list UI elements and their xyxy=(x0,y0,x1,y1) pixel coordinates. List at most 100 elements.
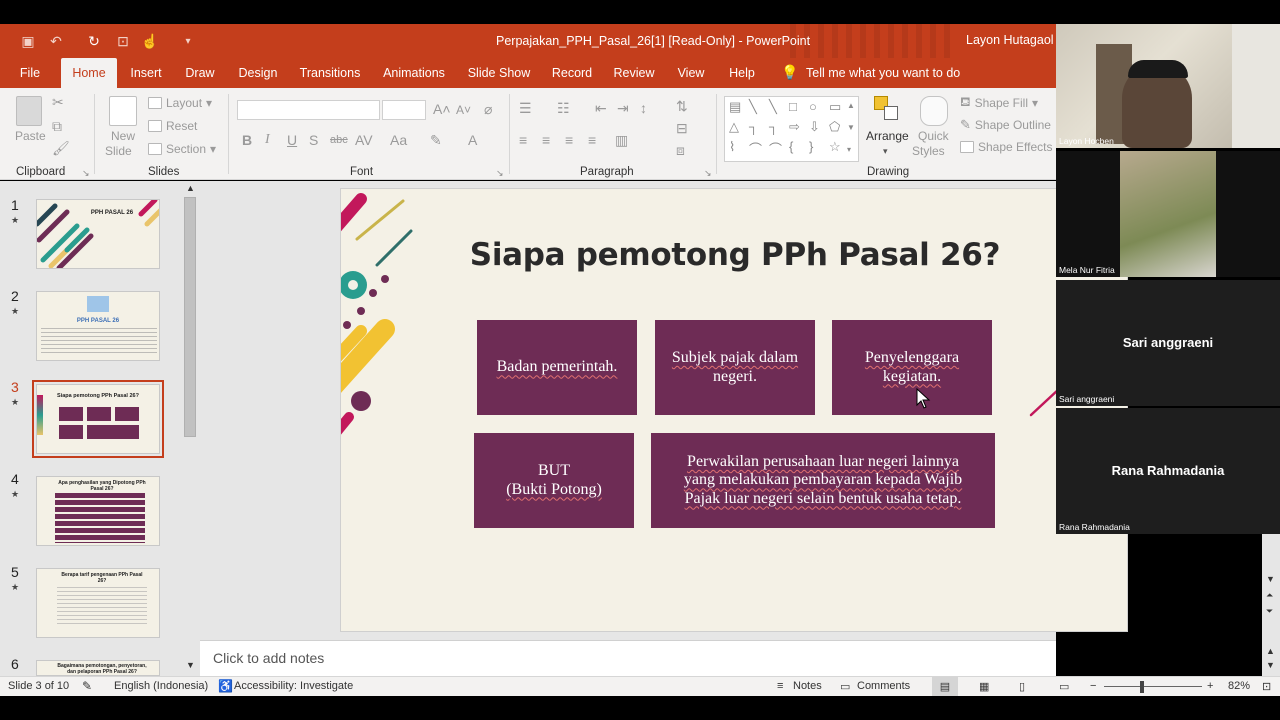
notes-pane[interactable]: Click to add notes xyxy=(200,640,1056,676)
shape-outline-button[interactable]: ✎ Shape Outline xyxy=(960,117,1051,133)
undo-icon[interactable]: ↶ xyxy=(48,32,64,50)
video-tile-4[interactable]: Rana Rahmadania Rana Rahmadania xyxy=(1056,408,1280,534)
scroll-down-icon[interactable]: ▼ xyxy=(1266,660,1275,670)
reset-button[interactable]: Reset xyxy=(148,119,197,133)
new-slide-button-line2[interactable]: Slide xyxy=(105,144,132,158)
slide-thumbnail-5[interactable]: Berapa tarif pengenaan PPh Pasal 26? xyxy=(36,568,160,638)
zoom-out-icon[interactable]: − xyxy=(1090,680,1096,692)
char-spacing-icon[interactable]: AV xyxy=(355,132,373,148)
shapes-gallery[interactable]: ▤ ╲ ╲ □ ○ ▭ △ ┐ ┐ ⇨ ⇩ ⬠ ⌇ ⌒ ⌒ { } ☆ ▲ ▼ … xyxy=(724,96,859,162)
content-box-4[interactable]: BUT (Bukti Potong) xyxy=(474,433,634,528)
shape-fill-button[interactable]: ⛾ Shape Fill ▾ xyxy=(960,94,1038,112)
tab-help[interactable]: Help xyxy=(722,58,762,88)
next-slide-icon[interactable]: ⏷ xyxy=(1266,606,1273,617)
notes-icon[interactable]: ≡ xyxy=(777,680,783,692)
rounded-rectangle-shape-icon[interactable]: ▭ xyxy=(829,99,841,115)
font-launcher-icon[interactable]: ↘ xyxy=(496,168,504,179)
reading-view-icon[interactable]: ▯ xyxy=(1019,680,1025,693)
paragraph-launcher-icon[interactable]: ↘ xyxy=(704,168,712,179)
scroll-up-icon[interactable]: ▲ xyxy=(847,101,855,110)
brace-shape-icon[interactable]: } xyxy=(809,139,813,154)
justify-icon[interactable]: ≡ xyxy=(588,132,596,148)
customize-toolbar-icon[interactable]: ▾ xyxy=(182,32,194,50)
align-left-icon[interactable]: ≡ xyxy=(519,132,527,148)
quick-styles-button-line1[interactable]: Quick xyxy=(918,129,949,143)
textbox-shape-icon[interactable]: ▤ xyxy=(729,99,741,115)
video-tile-2[interactable]: Mela Nur Fitria xyxy=(1056,151,1280,277)
section-button[interactable]: Section ▾ xyxy=(148,142,216,156)
language-indicator[interactable]: English (Indonesia) xyxy=(114,680,208,692)
align-text-icon[interactable]: ⊟ xyxy=(676,120,688,137)
change-case-icon[interactable]: Aa xyxy=(390,132,407,148)
previous-slide-icon[interactable]: ⏶ xyxy=(1266,590,1273,601)
tab-transitions[interactable]: Transitions xyxy=(294,58,366,88)
cut-icon[interactable]: ✂ xyxy=(52,94,64,111)
accessibility-icon[interactable]: ♿ xyxy=(218,679,233,693)
brace-shape-icon[interactable]: { xyxy=(789,139,793,154)
line-shape-icon[interactable]: ╲ xyxy=(749,99,757,115)
zoom-slider[interactable] xyxy=(1104,686,1202,687)
paste-button[interactable]: Paste xyxy=(15,129,46,143)
format-painter-icon[interactable]: 🖌 xyxy=(52,140,70,157)
scroll-up-icon[interactable]: ▲ xyxy=(186,183,195,193)
arrow-right-shape-icon[interactable]: ⇨ xyxy=(789,119,800,135)
highlight-icon[interactable]: ✎ xyxy=(430,132,442,149)
connector-shape-icon[interactable]: ┐ xyxy=(749,119,758,134)
underline-icon[interactable]: U xyxy=(287,132,297,148)
connector-shape-icon[interactable]: ┐ xyxy=(769,119,778,134)
slide-thumbnail-6[interactable]: Bagaimana pemotongan, penyetoran, dan pe… xyxy=(36,660,160,676)
shape-effects-button[interactable]: Shape Effects xyxy=(960,140,1053,154)
pentagon-shape-icon[interactable]: ⬠ xyxy=(829,119,840,135)
font-size-box[interactable] xyxy=(382,100,426,120)
rectangle-shape-icon[interactable]: □ xyxy=(789,99,797,114)
tab-file[interactable]: File xyxy=(12,58,48,88)
arrange-button[interactable]: Arrange xyxy=(866,129,909,143)
tab-slide-show[interactable]: Slide Show xyxy=(462,58,536,88)
scrollbar-thumb[interactable] xyxy=(184,197,196,437)
tab-home[interactable]: Home xyxy=(61,58,117,88)
scroll-up-icon[interactable]: ▲ xyxy=(1266,646,1275,656)
bold-icon[interactable]: B xyxy=(242,132,252,148)
accessibility-status[interactable]: Accessibility: Investigate xyxy=(234,680,353,692)
video-tile-3[interactable]: Sari anggraeni Sari anggraeni xyxy=(1056,280,1280,406)
clipboard-launcher-icon[interactable]: ↘ xyxy=(82,168,90,179)
freeform-shape-icon[interactable]: ⌇ xyxy=(729,139,735,155)
tab-draw[interactable]: Draw xyxy=(179,58,221,88)
slide-title[interactable]: Siapa pemotong PPh Pasal 26? xyxy=(341,237,1127,273)
redo-icon[interactable]: ↻ xyxy=(86,32,102,50)
bullets-icon[interactable]: ☰ xyxy=(519,100,532,117)
clear-format-icon[interactable]: ⌀ xyxy=(484,101,492,118)
oval-shape-icon[interactable]: ○ xyxy=(809,99,817,114)
slide-sorter-icon[interactable]: ▦ xyxy=(979,680,989,693)
fit-to-window-icon[interactable]: ⊡ xyxy=(1262,680,1271,693)
user-name[interactable]: Layon Hutagaol xyxy=(966,33,1054,47)
grow-font-icon[interactable]: A˄ xyxy=(433,101,451,117)
shrink-font-icon[interactable]: A˅ xyxy=(456,103,471,117)
columns-icon[interactable]: ▥ xyxy=(615,132,628,149)
video-tile-1[interactable]: Layon Hocben xyxy=(1056,24,1280,148)
notes-button[interactable]: Notes xyxy=(793,680,822,692)
present-icon[interactable]: ⊡ xyxy=(114,32,132,50)
normal-view-icon[interactable]: ▤ xyxy=(932,677,958,696)
slide-thumbnail-3[interactable]: Siapa pemotong PPh Pasal 26? xyxy=(32,380,164,458)
content-box-1[interactable]: Badan pemerintah. xyxy=(477,320,637,415)
arc-shape-icon[interactable]: ⌒ xyxy=(769,139,782,158)
zoom-in-icon[interactable]: + xyxy=(1207,680,1213,692)
numbering-icon[interactable]: ☷ xyxy=(557,100,570,117)
scroll-down-icon[interactable]: ▼ xyxy=(1266,574,1275,584)
tab-record[interactable]: Record xyxy=(546,58,598,88)
scroll-down-icon[interactable]: ▼ xyxy=(847,123,855,132)
font-color-icon[interactable]: A xyxy=(468,132,477,148)
current-slide[interactable]: Siapa pemotong PPh Pasal 26? Badan pemer… xyxy=(340,188,1128,632)
copy-icon[interactable]: ⧉ xyxy=(52,118,62,135)
content-box-3[interactable]: Penyelenggara kegiatan. xyxy=(832,320,992,415)
text-direction-icon[interactable]: ⇅ xyxy=(676,98,688,115)
shadow-icon[interactable]: S xyxy=(309,132,318,148)
tab-review[interactable]: Review xyxy=(608,58,660,88)
slide-thumbnail-4[interactable]: Apa penghasilan yang Dipotong PPh Pasal … xyxy=(36,476,160,546)
zoom-level[interactable]: 82% xyxy=(1228,680,1250,692)
tab-view[interactable]: View xyxy=(670,58,712,88)
content-box-5[interactable]: Perwakilan perusahaan luar negeri lainny… xyxy=(651,433,995,528)
spelling-icon[interactable]: ✎ xyxy=(82,679,92,693)
comments-button[interactable]: Comments xyxy=(857,680,910,692)
